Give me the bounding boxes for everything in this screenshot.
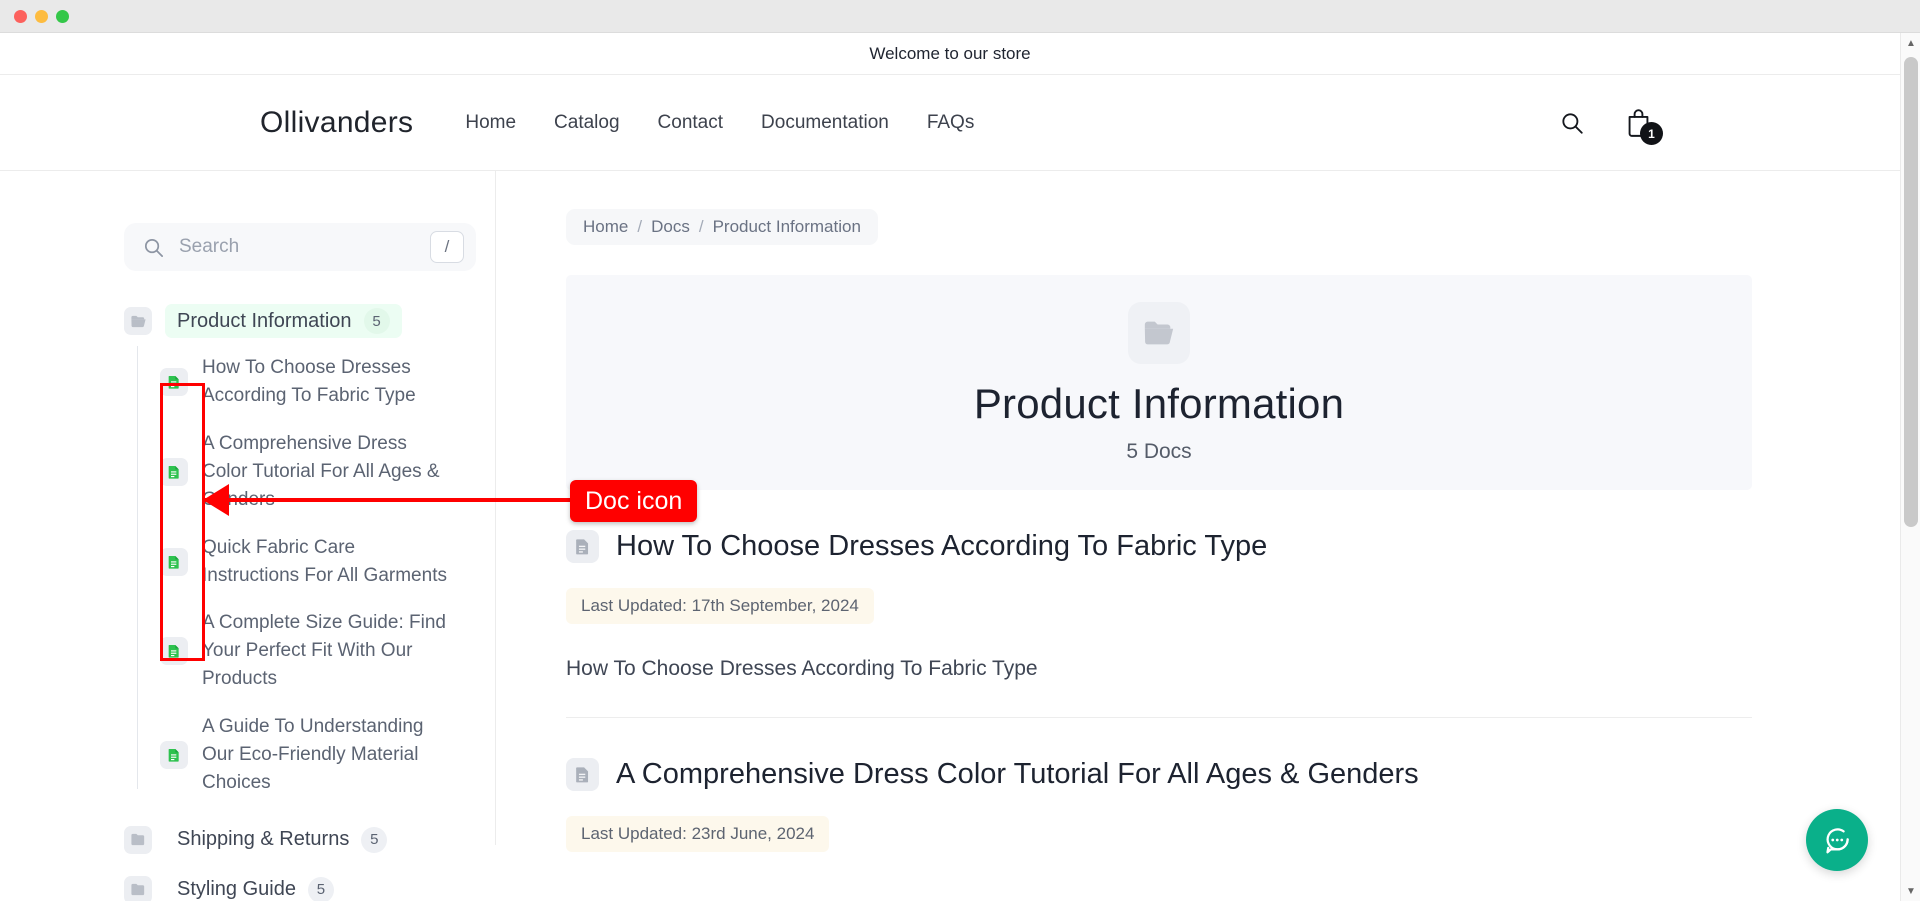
nav-faqs[interactable]: FAQs [927,112,975,134]
sidebar-folder-label[interactable]: Product Information 5 [165,304,402,338]
article-updated-badge: Last Updated: 23rd June, 2024 [566,816,830,852]
folder-title: Product Information [177,309,352,332]
sidebar-doc-title: A Complete Size Guide: Find Your Perfect… [202,612,446,690]
nav-home[interactable]: Home [465,112,516,134]
article-header: How To Choose Dresses According To Fabri… [566,530,1752,563]
page-scrollbar[interactable]: ▲ ▼ [1900,33,1920,901]
scrollbar-up-arrow[interactable]: ▲ [1901,33,1920,53]
folder-icon [124,825,152,854]
folder-title: Styling Guide [177,878,296,901]
brand-logo[interactable]: Ollivanders [260,106,413,140]
nav-catalog[interactable]: Catalog [554,112,620,134]
article-list-item[interactable]: How To Choose Dresses According To Fabri… [566,490,1752,718]
folder-icon [124,875,152,901]
doc-icon [160,547,188,576]
window-zoom-button[interactable] [56,9,69,23]
main-navigation: Home Catalog Contact Documentation FAQs [465,112,974,134]
page-doc-count: 5 Docs [1126,439,1192,463]
sidebar-folder-product-information[interactable]: Product Information 5 [124,304,451,338]
header-actions: 1 [1559,108,1663,145]
doc-icon [160,637,188,666]
folder-count-badge: 5 [363,308,390,334]
article-excerpt: How To Choose Dresses According To Fabri… [566,657,1038,680]
breadcrumb-item-current: Product Information [712,217,861,236]
article-title[interactable]: A Comprehensive Dress Color Tutorial For… [616,758,1419,791]
sidebar-doc-item[interactable]: Quick Fabric Care Instructions For All G… [137,524,451,600]
cart-count-badge: 1 [1640,122,1663,145]
sidebar-doc-item[interactable]: A Guide To Understanding Our Eco-Friendl… [137,703,451,807]
sidebar-doc-title: Quick Fabric Care Instructions For All G… [202,536,447,586]
annotation-arrow-head [203,484,229,516]
search-shortcut-key: / [430,231,464,263]
search-icon [144,238,163,257]
docs-sidebar: Search / Product Information 5 How To Ch… [0,171,496,901]
sidebar-doc-list: How To Choose Dresses According To Fabri… [137,344,451,807]
breadcrumb: Home / Docs / Product Information [566,209,878,245]
article-updated-badge: Last Updated: 17th September, 2024 [566,588,874,624]
search-button[interactable] [1559,110,1585,136]
article-title[interactable]: How To Choose Dresses According To Fabri… [616,530,1267,563]
doc-icon [566,530,599,563]
annotation-arrow-line [205,498,575,502]
page-title: Product Information [973,379,1345,427]
folder-title: Shipping & Returns [177,828,350,851]
browser-title-bar [0,0,1920,33]
sidebar-doc-item[interactable]: A Complete Size Guide: Find Your Perfect… [137,599,451,703]
breadcrumb-separator: / [637,217,643,236]
breadcrumb-item-home[interactable]: Home [583,217,628,237]
category-hero: Product Information 5 Docs [566,275,1752,490]
doc-icon [160,367,188,396]
nav-documentation[interactable]: Documentation [761,112,889,134]
sidebar-doc-title: A Guide To Understanding Our Eco-Friendl… [202,716,424,794]
doc-icon [160,457,188,486]
chat-bubble-icon [1826,828,1849,854]
cart-button[interactable]: 1 [1625,108,1663,145]
announcement-bar: Welcome to our store [0,33,1900,75]
docs-tree: Product Information 5 How To Choose Dres… [124,304,451,901]
announcement-text: Welcome to our store [869,43,1031,63]
sidebar-doc-title: How To Choose Dresses According To Fabri… [202,357,416,406]
annotation-label: Doc icon [570,480,698,522]
article-header: A Comprehensive Dress Color Tutorial For… [566,758,1752,791]
sidebar-folder-label[interactable]: Styling Guide 5 [165,873,346,901]
window-minimize-button[interactable] [35,9,48,23]
scrollbar-thumb[interactable] [1904,57,1918,527]
breadcrumb-separator: / [698,217,704,236]
search-icon [1562,112,1583,134]
doc-icon [160,741,188,770]
sidebar-doc-item[interactable]: How To Choose Dresses According To Fabri… [137,344,451,420]
folder-open-icon [1128,301,1190,364]
folder-count-badge: 5 [307,876,334,901]
page-viewport: Welcome to our store Ollivanders Home Ca… [0,33,1920,901]
nav-contact[interactable]: Contact [658,112,723,134]
sidebar-search[interactable]: Search / [124,223,476,271]
sidebar-doc-item[interactable]: A Comprehensive Dress Color Tutorial For… [137,420,451,524]
search-input-placeholder[interactable]: Search [179,236,416,258]
sidebar-folder-shipping-returns[interactable]: Shipping & Returns 5 [124,823,451,857]
scrollbar-down-arrow[interactable]: ▼ [1901,881,1920,901]
folder-count-badge: 5 [361,826,388,853]
chat-widget-button[interactable] [1806,809,1868,871]
sidebar-folder-label[interactable]: Shipping & Returns 5 [165,823,399,857]
content-area: Search / Product Information 5 How To Ch… [0,171,1900,901]
site-header: Ollivanders Home Catalog Contact Documen… [0,75,1900,171]
folder-open-icon [124,307,152,335]
browser-window: Welcome to our store Ollivanders Home Ca… [0,0,1920,901]
sidebar-folder-styling-guide[interactable]: Styling Guide 5 [124,873,451,901]
window-close-button[interactable] [14,9,27,23]
breadcrumb-item-docs[interactable]: Docs [651,217,690,237]
article-list-item[interactable]: A Comprehensive Dress Color Tutorial For… [566,718,1752,888]
docs-main: Home / Docs / Product Information Produc… [496,171,1900,852]
doc-icon [566,758,599,791]
